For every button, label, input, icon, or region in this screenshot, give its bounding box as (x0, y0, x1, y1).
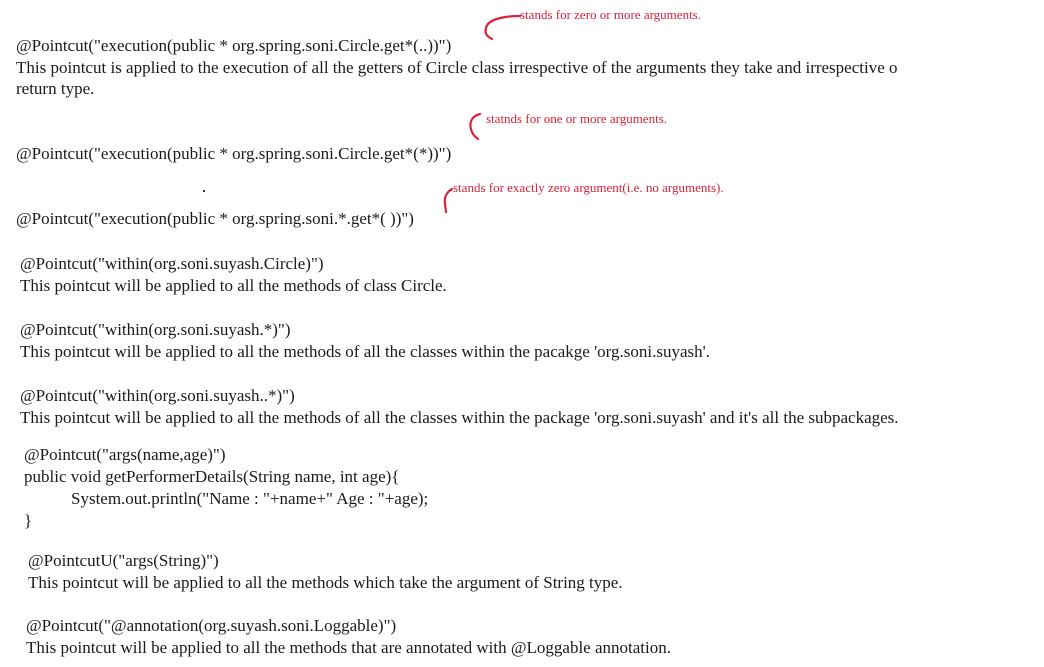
method-signature: public void getPerformerDetails(String n… (24, 467, 400, 486)
annotation-one-or-more: statnds for one or more arguments. (486, 111, 667, 126)
pointcut-within-package-desc: This pointcut will be applied to all the… (20, 342, 710, 361)
method-body-println: System.out.println("Name : "+name+" Age … (71, 489, 429, 508)
pointcut-args-code: @Pointcut("args(name,age)") (24, 445, 226, 464)
pointcut-notes-document: { "blocks": { "exec_getters": { "code": … (0, 0, 1044, 667)
stray-dot (203, 190, 205, 192)
pointcut-args-string-desc: This pointcut will be applied to all the… (28, 573, 623, 592)
pointcut-within-class-code: @Pointcut("within(org.soni.suyash.Circle… (20, 254, 324, 273)
annotation-arrow-curve (484, 14, 522, 41)
pointcut-execution-getters-desc-cont: return type. (16, 79, 95, 98)
pointcut-annotation-desc: This pointcut will be applied to all the… (26, 638, 671, 657)
pointcut-args-string-code: @PointcutU("args(String)") (28, 551, 219, 570)
pointcut-within-class-desc: This pointcut will be applied to all the… (20, 276, 447, 295)
pointcut-execution-no-arg-code: @Pointcut("execution(public * org.spring… (16, 209, 414, 228)
pointcut-annotation-code: @Pointcut("@annotation(org.suyash.soni.L… (26, 616, 397, 635)
pointcut-execution-getters-code: @Pointcut("execution(public * org.spring… (16, 36, 452, 55)
annotation-bracket-curve (469, 112, 482, 141)
pointcut-within-subpackages-code: @Pointcut("within(org.soni.suyash..*)") (20, 386, 295, 405)
pointcut-within-subpackages-desc: This pointcut will be applied to all the… (20, 408, 899, 427)
pointcut-execution-getters-desc: This pointcut is applied to the executio… (16, 58, 898, 77)
annotation-zero-or-more: stands for zero or more arguments. (520, 7, 701, 22)
pointcut-execution-one-arg-code: @Pointcut("execution(public * org.spring… (16, 144, 452, 163)
annotation-tick-curve (443, 187, 454, 214)
pointcut-within-package-code: @Pointcut("within(org.soni.suyash.*)") (20, 320, 291, 339)
method-closing-brace: } (24, 511, 33, 530)
annotation-exactly-zero: stands for exactly zero argument(i.e. no… (453, 180, 724, 195)
